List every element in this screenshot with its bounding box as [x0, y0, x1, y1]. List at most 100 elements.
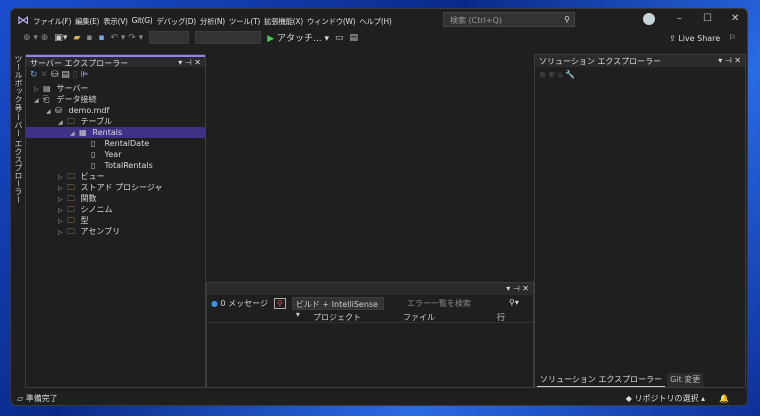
menu-edit[interactable]: 編集(E): [75, 16, 99, 27]
column-file[interactable]: ファイル: [403, 312, 435, 323]
tab-solution-explorer[interactable]: ソリューション エクスプローラー: [537, 373, 666, 387]
tree-item[interactable]: ▯ Year: [26, 149, 205, 160]
browse-icon[interactable]: ▭: [335, 33, 344, 43]
tab-server-explorer[interactable]: サーバー エクスプローラー: [13, 105, 24, 204]
undo-icon[interactable]: ↶ ▾ ↷ ▾: [111, 33, 144, 43]
menu-help[interactable]: ヘルプ(H): [359, 16, 392, 27]
folder-icon: 🗀: [67, 205, 75, 214]
menu-window[interactable]: ウィンドウ(W): [307, 16, 356, 27]
connect-database-icon[interactable]: ⛁: [51, 70, 59, 80]
menu-bar: ファイル(F) 編集(E) 表示(V) Git(G) デバッグ(D) 分析(N)…: [33, 16, 395, 27]
status-icon: ▱: [17, 393, 24, 403]
tree-item[interactable]: ▯ RentalDate: [26, 138, 205, 149]
search-icon: ⚲: [564, 15, 570, 24]
status-bar: ▱ 準備完了 ◆ リポジトリの選択 ▴ 🔔: [11, 389, 747, 405]
open-icon[interactable]: ▰: [73, 33, 80, 43]
refresh-icon[interactable]: ↻: [30, 70, 38, 80]
tree-item[interactable]: ◢ ⎗ データ接続: [26, 94, 205, 105]
build-filter-select[interactable]: ビルド + IntelliSense ▾: [291, 297, 384, 319]
error-list-columns: プロジェクト ファイル 行: [207, 312, 533, 323]
notification-bell-icon[interactable]: 🔔: [719, 394, 729, 403]
tree-item-label: アセンブリ: [80, 227, 121, 236]
filter-icon[interactable]: ⚲: [274, 298, 286, 309]
config-combo[interactable]: [149, 31, 190, 44]
repo-select[interactable]: ◆ リポジトリの選択 ▴: [626, 393, 705, 404]
save-icon[interactable]: ▪: [86, 33, 92, 43]
avatar[interactable]: [643, 13, 655, 25]
column-line[interactable]: 行: [497, 312, 505, 323]
server-tree: ▷ ▤ サーバー ◢ ⎗ データ接続 ◢ ⛁ demo.mdf ◢ 🗀 テーブル ◢ ▦ Rent…: [26, 83, 205, 237]
layout-icon[interactable]: ▤: [350, 33, 359, 43]
panel-title: サーバー エクスプローラー: [30, 59, 129, 68]
menu-analyze[interactable]: 分析(N): [200, 16, 225, 27]
connect-server-icon[interactable]: ▤: [61, 70, 70, 80]
database-icon: ⛁: [55, 106, 62, 115]
menu-debug[interactable]: デバッグ(D): [156, 16, 196, 27]
save-all-icon[interactable]: ▪: [98, 33, 104, 43]
messages-filter[interactable]: ● 0 メッセージ: [211, 298, 268, 309]
solution-tabs: ソリューション エクスプローラー Git 変更: [537, 373, 704, 387]
tree-item[interactable]: ▯ TotalRentals: [26, 160, 205, 171]
tree-item-label: 型: [80, 216, 89, 225]
error-search-placeholder: エラー一覧を検索: [406, 299, 471, 308]
maximize-button[interactable]: ☐: [703, 13, 712, 24]
menu-tools[interactable]: ツール(T): [229, 16, 260, 27]
stop-icon[interactable]: ✕: [40, 70, 48, 80]
menu-extensions[interactable]: 拡張機能(X): [264, 16, 303, 27]
tree-item[interactable]: ◢ ⛁ demo.mdf: [26, 105, 205, 116]
server-explorer-header: サーバー エクスプローラー ▾ ⊣ ✕: [26, 55, 205, 68]
tree-item-label: 関数: [80, 194, 97, 203]
expand-toggle-icon[interactable]: ▷: [58, 227, 67, 238]
tree-item[interactable]: ▷ 🗀 シノニム: [26, 204, 205, 215]
share-icon: ⇪: [669, 34, 676, 43]
tree-item[interactable]: ▷ 🗀 ストアド プロシージャ: [26, 182, 205, 193]
tree-item[interactable]: ◢ 🗀 テーブル: [26, 116, 205, 127]
attach-button[interactable]: ▶ アタッチ... ▾: [267, 31, 329, 44]
tab-git-changes[interactable]: Git 変更: [667, 373, 704, 387]
folder-icon: 🗀: [67, 216, 75, 225]
error-list-header: ▾ ⊣ ✕: [207, 283, 533, 295]
folder-icon: 🗀: [67, 172, 75, 181]
tree-item[interactable]: ▷ 🗀 アセンブリ: [26, 226, 205, 237]
tree-item-label: Rentals: [92, 128, 123, 137]
tree-item[interactable]: ▷ 🗀 型: [26, 215, 205, 226]
tree-item-label: テーブル: [80, 117, 113, 126]
sharepoint-icon[interactable]: ▯: [73, 70, 78, 80]
folder-icon: 🗀: [67, 227, 75, 236]
wrench-icon[interactable]: 🔧: [565, 70, 575, 79]
panel-controls[interactable]: ▾ ⊣ ✕: [506, 284, 529, 294]
panel-controls[interactable]: ▾ ⊣ ✕: [178, 58, 201, 67]
tree-item[interactable]: ▷ ▤ サーバー: [26, 83, 205, 94]
search-input[interactable]: 検索 (Ctrl+Q) ⚲: [443, 12, 575, 27]
properties-icon[interactable]: ⊫: [80, 70, 88, 80]
tab-toolbox[interactable]: ツールボックス: [13, 55, 24, 111]
menu-view[interactable]: 表示(V): [103, 16, 128, 27]
error-list-toolbar: ● 0 メッセージ ⚲ ビルド + IntelliSense ▾ エラー一覧を検…: [207, 295, 533, 319]
tree-item[interactable]: ▷ 🗀 関数: [26, 193, 205, 204]
live-share-button[interactable]: ⇪ Live Share: [669, 34, 720, 43]
tree-item[interactable]: ◢ ▦ Rentals: [26, 127, 205, 138]
home-icon[interactable]: ⌂: [558, 70, 563, 79]
panel-controls[interactable]: ▾ ⊣ ✕: [718, 56, 741, 66]
folder-icon: 🗀: [67, 183, 75, 192]
error-search-input[interactable]: エラー一覧を検索 ⚲▾: [404, 297, 522, 310]
feedback-icon[interactable]: ⚐: [729, 33, 736, 42]
visual-studio-window: ⋈ ファイル(F) 編集(E) 表示(V) Git(G) デバッグ(D) 分析(…: [10, 8, 748, 406]
play-icon: ▶: [267, 34, 275, 44]
tree-item-label: demo.mdf: [68, 106, 110, 115]
menu-git[interactable]: Git(G): [132, 16, 153, 27]
search-icon: ⚲▾: [509, 298, 519, 307]
back-icon[interactable]: ⊕ ⊕: [539, 70, 555, 79]
minimize-button[interactable]: –: [677, 13, 682, 24]
platform-combo[interactable]: [195, 31, 262, 44]
tree-item[interactable]: ▷ 🗀 ビュー: [26, 171, 205, 182]
tree-item-label: ストアド プロシージャ: [80, 183, 163, 192]
new-project-icon[interactable]: ▣▾: [54, 33, 67, 43]
back-icon[interactable]: ⊕ ▾ ⊕: [23, 33, 48, 43]
menu-file[interactable]: ファイル(F): [33, 16, 71, 27]
close-button[interactable]: ✕: [731, 13, 739, 24]
tree-item-label: サーバー: [56, 84, 89, 93]
column-project[interactable]: プロジェクト: [313, 312, 361, 323]
column-icon: ▯: [91, 161, 96, 170]
tree-item-label: シノニム: [80, 205, 113, 214]
